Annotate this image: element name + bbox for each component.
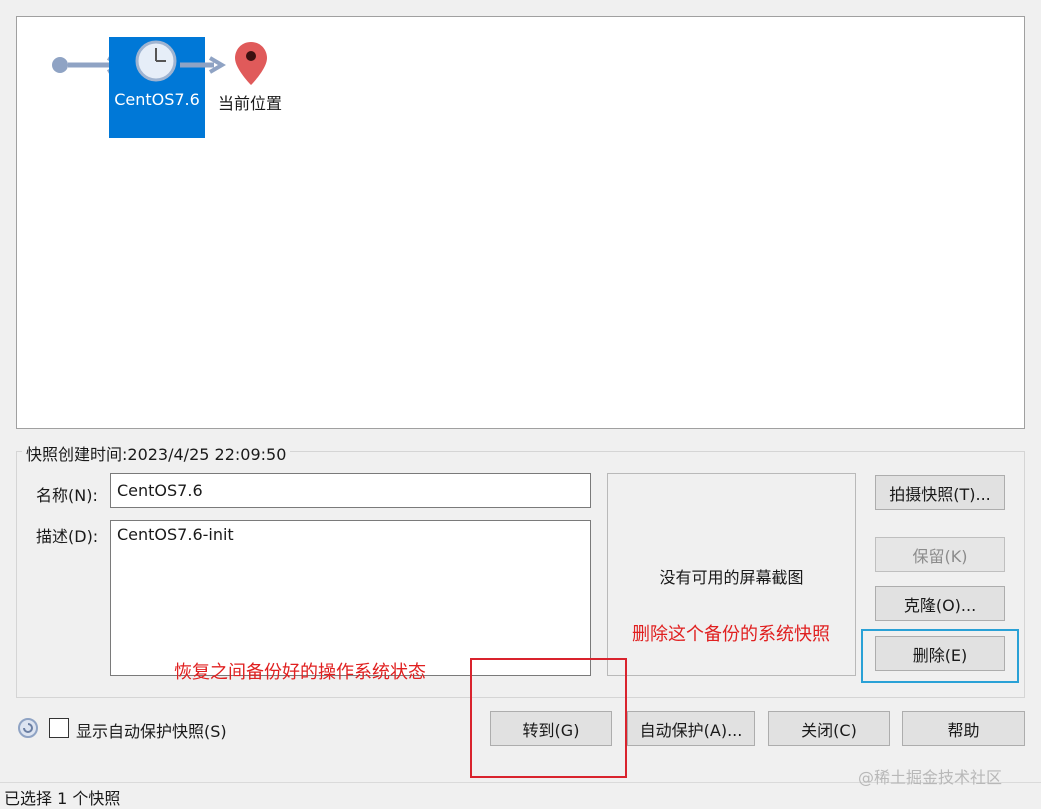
name-label: 名称(N): xyxy=(36,486,98,505)
watermark: @稀土掘金技术社区 xyxy=(858,768,1003,787)
auto-protect-icon xyxy=(18,718,38,738)
annotation-delete-highlight xyxy=(861,629,1019,683)
clock-icon xyxy=(135,40,177,82)
tree-root-dot xyxy=(52,57,68,73)
annotation-restore-text: 恢复之间备份好的操作系统状态 xyxy=(174,662,426,683)
annotation-delete-text: 删除这个备份的系统快照 xyxy=(632,624,830,645)
snapshot-created-time: 快照创建时间:2023/4/25 22:09:50 xyxy=(22,441,291,465)
name-field[interactable] xyxy=(110,473,591,508)
description-field[interactable]: CentOS7.6-init xyxy=(110,520,591,676)
keep-button[interactable]: 保留(K) xyxy=(875,537,1005,572)
status-selected-count: 已选择 1 个快照 xyxy=(4,789,121,808)
auto-protect-button[interactable]: 自动保护(A)... xyxy=(627,711,755,746)
description-label: 描述(D): xyxy=(36,527,99,546)
snapshot-node-label: CentOS7.6 xyxy=(114,90,200,109)
clone-button[interactable]: 克隆(O)... xyxy=(875,586,1005,621)
help-button[interactable]: 帮助 xyxy=(902,711,1025,746)
close-button[interactable]: 关闭(C) xyxy=(768,711,890,746)
auto-protect-checkbox[interactable] xyxy=(49,718,69,738)
annotation-goto-highlight xyxy=(470,658,627,778)
tree-connector-arrow-2 xyxy=(180,56,226,74)
no-screenshot-text: 没有可用的屏幕截图 xyxy=(659,568,804,587)
take-snapshot-button[interactable]: 拍摄快照(T)... xyxy=(875,475,1005,510)
current-position-label: 当前位置 xyxy=(218,94,283,113)
location-pin-icon xyxy=(235,42,267,85)
auto-protect-checkbox-label[interactable]: 显示自动保护快照(S) xyxy=(76,718,227,742)
